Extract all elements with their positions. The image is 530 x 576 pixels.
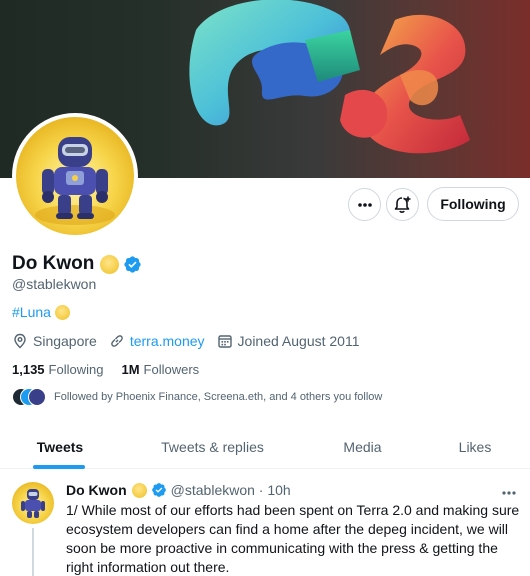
bio-hashtag-link[interactable]: #Luna bbox=[12, 304, 51, 320]
followed-by-text: Followed by Phoenix Finance, Screena.eth… bbox=[54, 391, 383, 403]
profile-tabs: Tweets Tweets & replies Media Likes bbox=[0, 425, 530, 469]
luna-coin-icon bbox=[131, 482, 147, 498]
tweet-item[interactable]: Do Kwon @stablekwon · 10h 1/ While most … bbox=[0, 470, 530, 576]
tab-label: Tweets & replies bbox=[161, 439, 264, 455]
astronaut-avatar-image bbox=[21, 489, 45, 518]
tweet-header: Do Kwon @stablekwon · 10h bbox=[66, 482, 291, 498]
website-item: terra.money bbox=[109, 333, 205, 349]
tab-label: Media bbox=[343, 439, 382, 455]
more-icon bbox=[502, 491, 516, 495]
following-button[interactable]: Following bbox=[427, 187, 519, 221]
website-link[interactable]: terra.money bbox=[130, 333, 205, 349]
mutual-avatar bbox=[28, 388, 46, 406]
notification-bell-icon bbox=[394, 196, 410, 213]
profile-avatar[interactable] bbox=[12, 113, 138, 239]
active-tab-indicator bbox=[33, 465, 85, 469]
tweet-author-handle-time[interactable]: @stablekwon · 10h bbox=[171, 482, 291, 498]
tweet-author-avatar[interactable] bbox=[12, 482, 54, 524]
tab-tweets-and-replies[interactable]: Tweets & replies bbox=[120, 425, 305, 469]
tab-label: Likes bbox=[458, 439, 492, 455]
profile-name-row: Do Kwon bbox=[12, 253, 142, 275]
more-icon bbox=[357, 202, 372, 207]
followers-count: 1M bbox=[121, 362, 140, 377]
calendar-icon bbox=[217, 335, 232, 348]
profile-bio: #Luna bbox=[12, 304, 70, 320]
tab-tweets[interactable]: Tweets bbox=[0, 425, 120, 469]
tweet-author-name[interactable]: Do Kwon bbox=[66, 482, 127, 498]
following-count: 1,135 bbox=[12, 362, 45, 377]
notifications-button[interactable] bbox=[386, 188, 419, 221]
tab-media[interactable]: Media bbox=[305, 425, 420, 469]
astronaut-avatar-image bbox=[35, 137, 115, 225]
mutual-followers-avatars bbox=[12, 388, 46, 406]
tab-label: Tweets bbox=[36, 439, 84, 455]
profile-stats: 1,135 Following 1M Followers bbox=[12, 362, 217, 377]
profile-display-name: Do Kwon bbox=[12, 253, 95, 274]
followers-label: Followers bbox=[143, 362, 200, 377]
profile-meta: Singapore terra.money Joined August 2011 bbox=[12, 333, 371, 349]
tweet-text: 1/ While most of our efforts had been sp… bbox=[66, 502, 520, 575]
following-label: Following bbox=[48, 362, 104, 377]
location-pin-icon bbox=[14, 333, 26, 349]
joined-text: Joined August 2011 bbox=[237, 333, 360, 349]
verified-badge-icon bbox=[123, 255, 142, 274]
followers-you-know[interactable]: Followed by Phoenix Finance, Screena.eth… bbox=[12, 388, 382, 406]
luna-coin-icon bbox=[54, 304, 70, 320]
location-item: Singapore bbox=[12, 333, 97, 349]
profile-handle: @stablekwon bbox=[12, 276, 97, 292]
more-options-button[interactable] bbox=[348, 188, 381, 221]
tab-likes[interactable]: Likes bbox=[420, 425, 530, 469]
joined-item: Joined August 2011 bbox=[217, 333, 360, 349]
location-text: Singapore bbox=[33, 333, 97, 349]
following-count-link[interactable]: 1,135 Following bbox=[12, 362, 103, 377]
thread-connector-line bbox=[32, 528, 34, 576]
followers-count-link[interactable]: 1M Followers bbox=[121, 362, 199, 377]
luna-coin-icon bbox=[100, 254, 120, 274]
link-icon bbox=[111, 335, 123, 347]
verified-badge-icon bbox=[151, 482, 167, 498]
